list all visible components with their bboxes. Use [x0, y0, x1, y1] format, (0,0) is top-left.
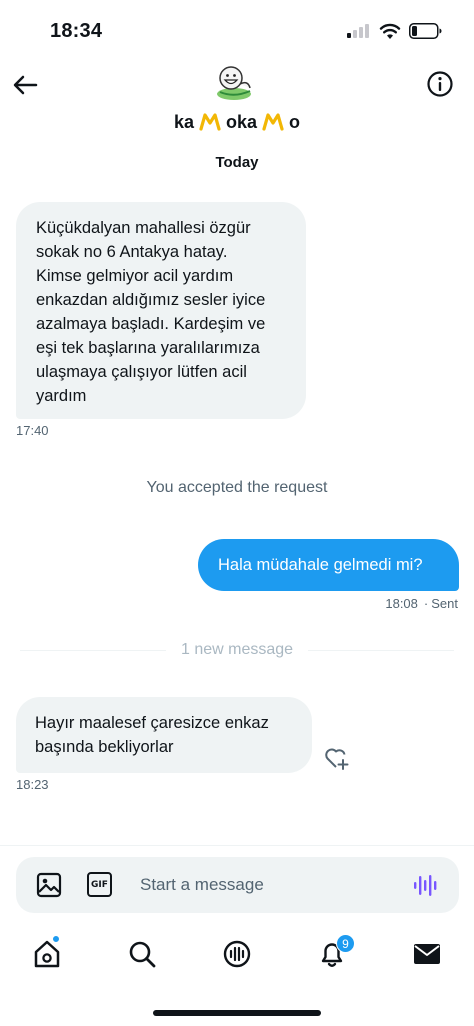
- wifi-icon: [379, 23, 401, 39]
- message-line: Kimse gelmiyor acil yardım: [36, 267, 234, 285]
- message-line: yardım: [36, 387, 87, 405]
- cellular-signal-icon: [347, 24, 371, 38]
- yellow-m-icon: [262, 113, 284, 131]
- new-message-label: 1 new message: [170, 641, 304, 658]
- message-line: Küçükdalyan mahallesi özgür: [36, 219, 251, 237]
- message-line: eşi tek başlarına yaralılarımıza: [36, 339, 260, 357]
- battery-icon: [409, 23, 442, 39]
- date-separator: Today: [215, 154, 259, 171]
- new-message-divider: 1 new message: [0, 641, 474, 659]
- info-icon[interactable]: [426, 70, 454, 98]
- home-indicator: [153, 1010, 321, 1016]
- request-accepted-note: You accepted the request: [146, 479, 328, 496]
- status-time: 18:34: [50, 20, 103, 42]
- message-timestamp: 18:08: [385, 596, 418, 611]
- message-input[interactable]: [130, 862, 400, 908]
- message-line: başında bekliyorlar: [35, 738, 174, 756]
- separator-dot: ·: [423, 596, 429, 611]
- incoming-message-bubble[interactable]: Küçükdalyan mahallesi özgür sokak no 6 A…: [16, 202, 306, 419]
- notification-count-badge: 9: [336, 934, 355, 953]
- outgoing-message-meta: 18:08 · Sent: [385, 596, 458, 611]
- outgoing-message-bubble[interactable]: Hala müdahale gelmedi mi?: [198, 539, 459, 591]
- home-unread-dot: [52, 935, 60, 943]
- conversation-name[interactable]: ka oka o: [152, 103, 322, 141]
- message-line: ulaşmaya çalışıyor lütfen acil: [36, 363, 247, 381]
- grinning-sticker-avatar-icon[interactable]: [212, 62, 256, 102]
- add-reaction-heart-icon[interactable]: [323, 745, 351, 771]
- message-line: sokak no 6 Antakya hatay.: [36, 243, 228, 261]
- status-bar: 18:34: [0, 0, 474, 62]
- messages-icon[interactable]: [412, 937, 442, 971]
- message-line: enkazdan aldığımız sesler iyice: [36, 291, 266, 309]
- image-icon[interactable]: [36, 872, 62, 898]
- gif-button[interactable]: GIF: [87, 872, 112, 897]
- message-text: Hala müdahale gelmedi mi?: [218, 555, 423, 574]
- voice-wave-icon[interactable]: [412, 872, 438, 898]
- message-status: Sent: [431, 596, 458, 611]
- name-part: oka: [226, 111, 258, 132]
- message-line: Hayır maalesef çaresizce enkaz: [35, 714, 269, 732]
- name-part: o: [289, 111, 301, 132]
- message-timestamp: 18:23: [16, 777, 49, 792]
- message-line: azalmaya başladı. Kardeşim ve: [36, 315, 266, 333]
- back-arrow-icon[interactable]: [10, 70, 40, 100]
- yellow-m-icon: [199, 113, 221, 131]
- spaces-icon[interactable]: [222, 937, 252, 971]
- search-icon[interactable]: [127, 937, 157, 971]
- name-part: ka: [173, 111, 194, 132]
- message-timestamp: 17:40: [16, 423, 49, 438]
- incoming-message-bubble[interactable]: Hayır maalesef çaresizce enkaz başında b…: [16, 697, 312, 773]
